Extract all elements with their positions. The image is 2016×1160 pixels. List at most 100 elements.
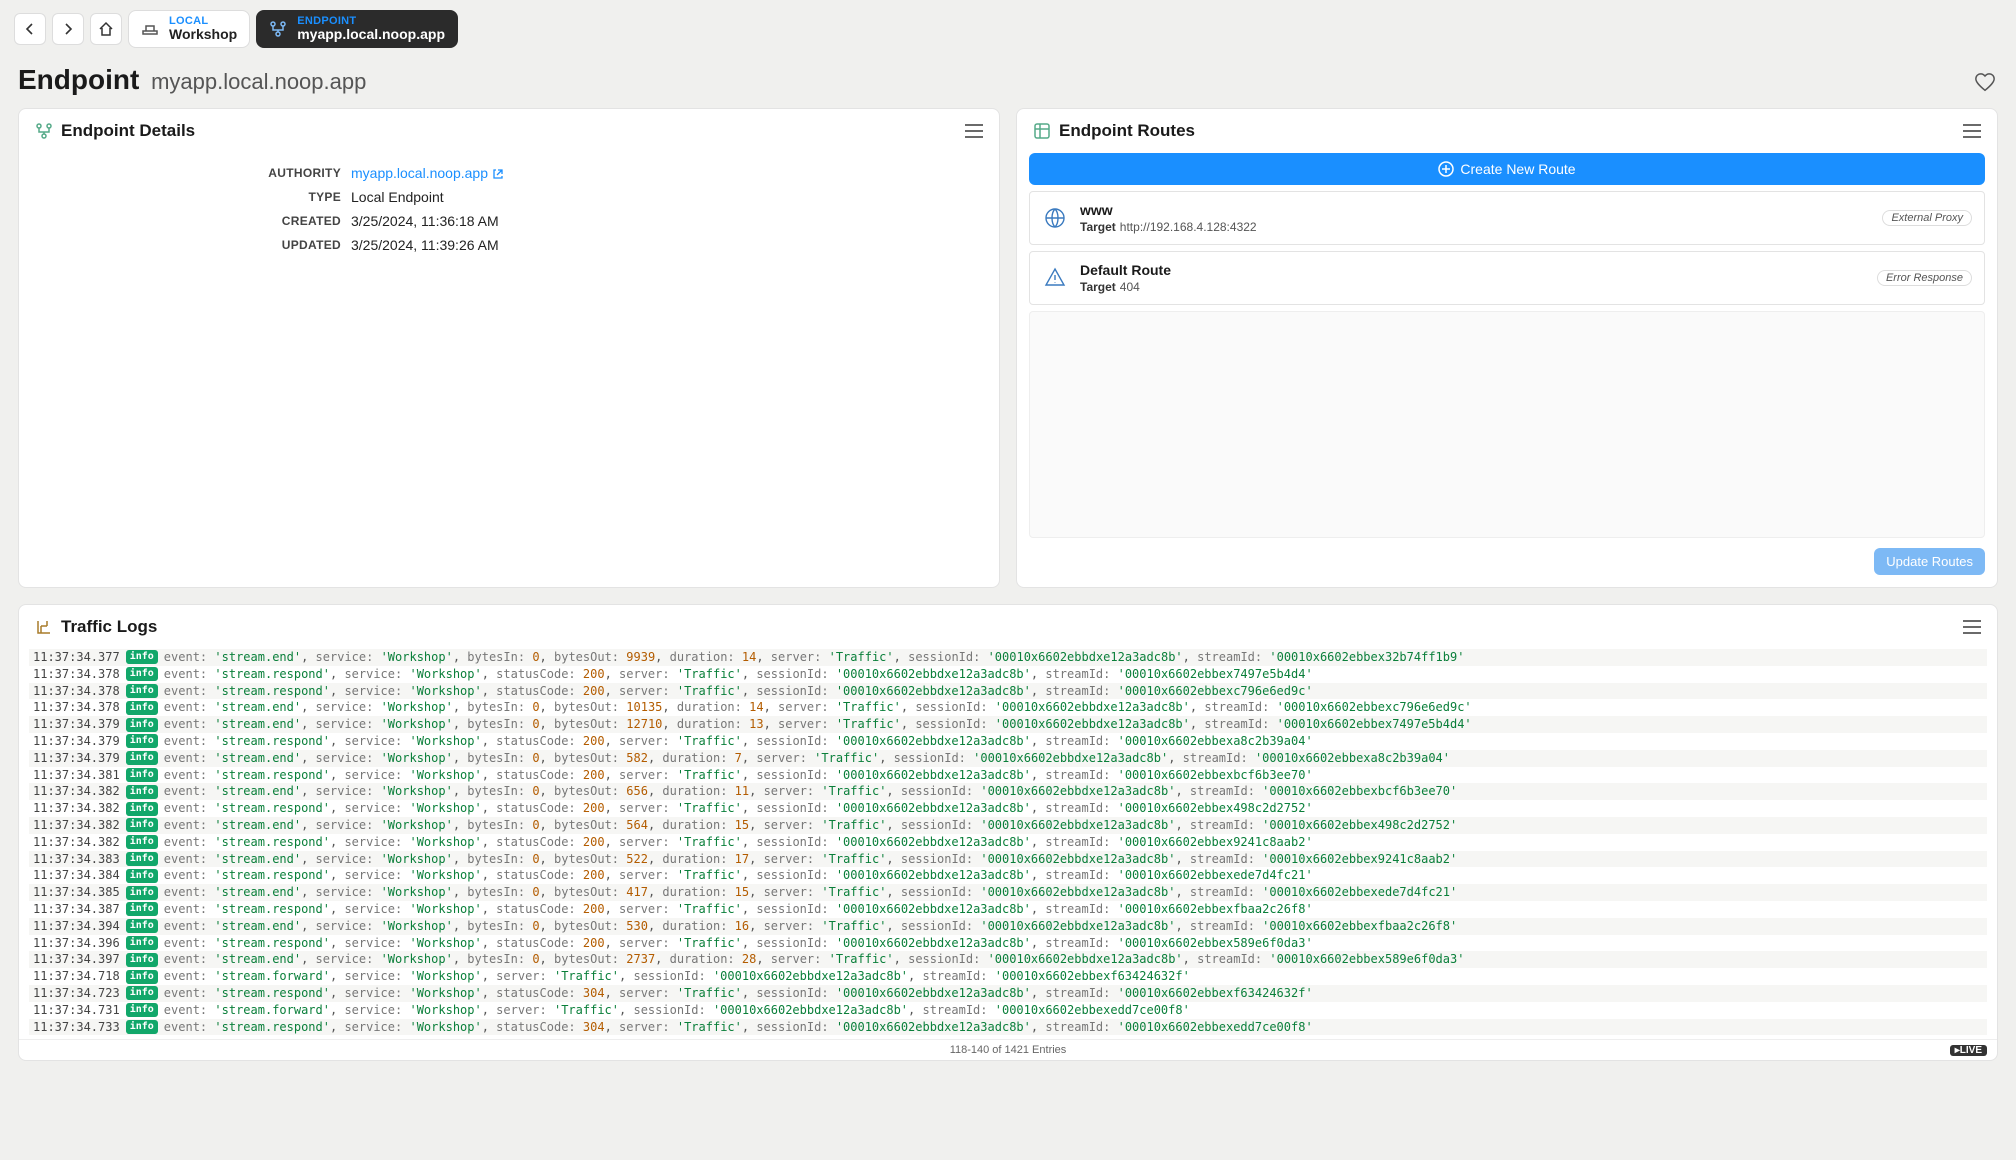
log-row: 11:37:34.396 info event: 'stream.respond… — [29, 935, 1987, 952]
log-row: 11:37:34.382 info event: 'stream.respond… — [29, 800, 1987, 817]
update-routes-button[interactable]: Update Routes — [1874, 548, 1985, 575]
log-level-badge: info — [126, 835, 158, 849]
route-target: http://192.168.4.128:4322 — [1120, 220, 1257, 234]
log-timestamp: 11:37:34.394 — [33, 918, 120, 935]
logs-icon — [35, 618, 53, 636]
menu-icon — [1963, 124, 1981, 138]
routes-empty-area — [1029, 311, 1985, 538]
log-row: 11:37:34.382 info event: 'stream.end', s… — [29, 817, 1987, 834]
log-level-badge: info — [126, 718, 158, 732]
log-message: event: 'stream.respond', service: 'Works… — [164, 935, 1313, 952]
log-message: event: 'stream.respond', service: 'Works… — [164, 800, 1313, 817]
log-row: 11:37:34.394 info event: 'stream.end', s… — [29, 918, 1987, 935]
log-message: event: 'stream.end', service: 'Workshop'… — [164, 817, 1457, 834]
live-badge: ▸LIVE — [1950, 1045, 1987, 1056]
home-icon — [98, 21, 114, 37]
panel-menu-button[interactable] — [1963, 620, 1981, 634]
log-row: 11:37:34.378 info event: 'stream.respond… — [29, 666, 1987, 683]
log-timestamp: 11:37:34.382 — [33, 834, 120, 851]
menu-icon — [965, 124, 983, 138]
route-name: Default Route — [1080, 262, 1171, 278]
route-badge: External Proxy — [1882, 210, 1972, 226]
external-link-icon — [492, 168, 504, 180]
nav-forward-button[interactable] — [52, 13, 84, 45]
log-level-badge: info — [126, 936, 158, 950]
log-message: event: 'stream.respond', service: 'Works… — [164, 867, 1313, 884]
route-badge: Error Response — [1877, 270, 1972, 286]
home-button[interactable] — [90, 13, 122, 45]
log-timestamp: 11:37:34.382 — [33, 800, 120, 817]
log-timestamp: 11:37:34.384 — [33, 867, 120, 884]
workshop-icon — [141, 20, 159, 38]
log-row: 11:37:34.385 info event: 'stream.end', s… — [29, 884, 1987, 901]
log-timestamp: 11:37:34.723 — [33, 985, 120, 1002]
detail-row-type: TYPELocal Endpoint — [41, 185, 977, 209]
log-message: event: 'stream.forward', service: 'Works… — [164, 1002, 1190, 1019]
log-message: event: 'stream.end', service: 'Workshop'… — [164, 918, 1457, 935]
logs-body[interactable]: 11:37:34.377 info event: 'stream.end', s… — [19, 649, 1997, 1039]
log-timestamp: 11:37:34.379 — [33, 750, 120, 767]
log-message: event: 'stream.respond', service: 'Works… — [164, 985, 1313, 1002]
log-message: event: 'stream.respond', service: 'Works… — [164, 767, 1313, 784]
log-message: event: 'stream.end', service: 'Workshop'… — [164, 884, 1457, 901]
routes-icon — [1033, 122, 1051, 140]
panel-menu-button[interactable] — [1963, 124, 1981, 138]
endpoint-icon — [269, 20, 287, 38]
breadcrumb-workshop[interactable]: LOCALWorkshop — [128, 10, 250, 48]
log-timestamp: 11:37:34.383 — [33, 851, 120, 868]
log-timestamp: 11:37:34.379 — [33, 733, 120, 750]
log-level-badge: info — [126, 684, 158, 698]
log-timestamp: 11:37:34.387 — [33, 901, 120, 918]
log-level-badge: info — [126, 785, 158, 799]
log-level-badge: info — [126, 852, 158, 866]
page-header: Endpoint myapp.local.noop.app — [0, 58, 2016, 108]
panel-title: Endpoint Details — [61, 121, 195, 141]
log-row: 11:37:34.382 info event: 'stream.respond… — [29, 834, 1987, 851]
nav-back-button[interactable] — [14, 13, 46, 45]
breadcrumb-myapp-local-noop-app[interactable]: ENDPOINTmyapp.local.noop.app — [256, 10, 458, 48]
route-item-default-route[interactable]: Default Route Target404 Error Response — [1029, 251, 1985, 305]
log-level-badge: info — [126, 869, 158, 883]
endpoint-details-panel: Endpoint Details AUTHORITYmyapp.local.no… — [18, 108, 1000, 588]
log-message: event: 'stream.end', service: 'Workshop'… — [164, 716, 1472, 733]
log-message: event: 'stream.forward', service: 'Works… — [164, 968, 1190, 985]
heart-icon — [1974, 72, 1996, 94]
log-row: 11:37:34.379 info event: 'stream.end', s… — [29, 716, 1987, 733]
log-message: event: 'stream.respond', service: 'Works… — [164, 834, 1313, 851]
log-level-badge: info — [126, 751, 158, 765]
page-title: Endpoint myapp.local.noop.app — [18, 64, 366, 96]
log-level-badge: info — [126, 970, 158, 984]
log-level-badge: info — [126, 802, 158, 816]
log-timestamp: 11:37:34.382 — [33, 817, 120, 834]
log-timestamp: 11:37:34.378 — [33, 683, 120, 700]
route-item-www[interactable]: www Targethttp://192.168.4.128:4322 Exte… — [1029, 191, 1985, 245]
log-timestamp: 11:37:34.378 — [33, 699, 120, 716]
log-row: 11:37:34.723 info event: 'stream.respond… — [29, 985, 1987, 1002]
log-row: 11:37:34.733 info event: 'stream.respond… — [29, 1019, 1987, 1036]
favorite-button[interactable] — [1972, 70, 1998, 96]
log-row: 11:37:34.383 info event: 'stream.end', s… — [29, 851, 1987, 868]
panel-menu-button[interactable] — [965, 124, 983, 138]
page-subtitle: myapp.local.noop.app — [151, 69, 366, 94]
log-row: 11:37:34.378 info event: 'stream.end', s… — [29, 699, 1987, 716]
log-timestamp: 11:37:34.377 — [33, 649, 120, 666]
log-row: 11:37:34.379 info event: 'stream.respond… — [29, 733, 1987, 750]
log-row: 11:37:34.381 info event: 'stream.respond… — [29, 767, 1987, 784]
logs-pagination: 118-140 of 1421 Entries — [950, 1044, 1067, 1056]
log-message: event: 'stream.end', service: 'Workshop'… — [164, 750, 1450, 767]
chevron-right-icon — [62, 23, 74, 35]
detail-row-created: CREATED3/25/2024, 11:36:18 AM — [41, 209, 977, 233]
log-row: 11:37:34.378 info event: 'stream.respond… — [29, 683, 1987, 700]
log-row: 11:37:34.397 info event: 'stream.end', s… — [29, 951, 1987, 968]
menu-icon — [1963, 620, 1981, 634]
log-row: 11:37:34.731 info event: 'stream.forward… — [29, 1002, 1987, 1019]
create-route-button[interactable]: Create New Route — [1029, 153, 1985, 185]
globe-icon — [1042, 205, 1068, 231]
route-target: 404 — [1120, 280, 1140, 294]
log-message: event: 'stream.respond', service: 'Works… — [164, 901, 1313, 918]
log-timestamp: 11:37:34.378 — [33, 666, 120, 683]
log-timestamp: 11:37:34.731 — [33, 1002, 120, 1019]
log-message: event: 'stream.respond', service: 'Works… — [164, 733, 1313, 750]
endpoint-routes-panel: Endpoint Routes Create New Route www Tar… — [1016, 108, 1998, 588]
log-level-badge: info — [126, 1003, 158, 1017]
